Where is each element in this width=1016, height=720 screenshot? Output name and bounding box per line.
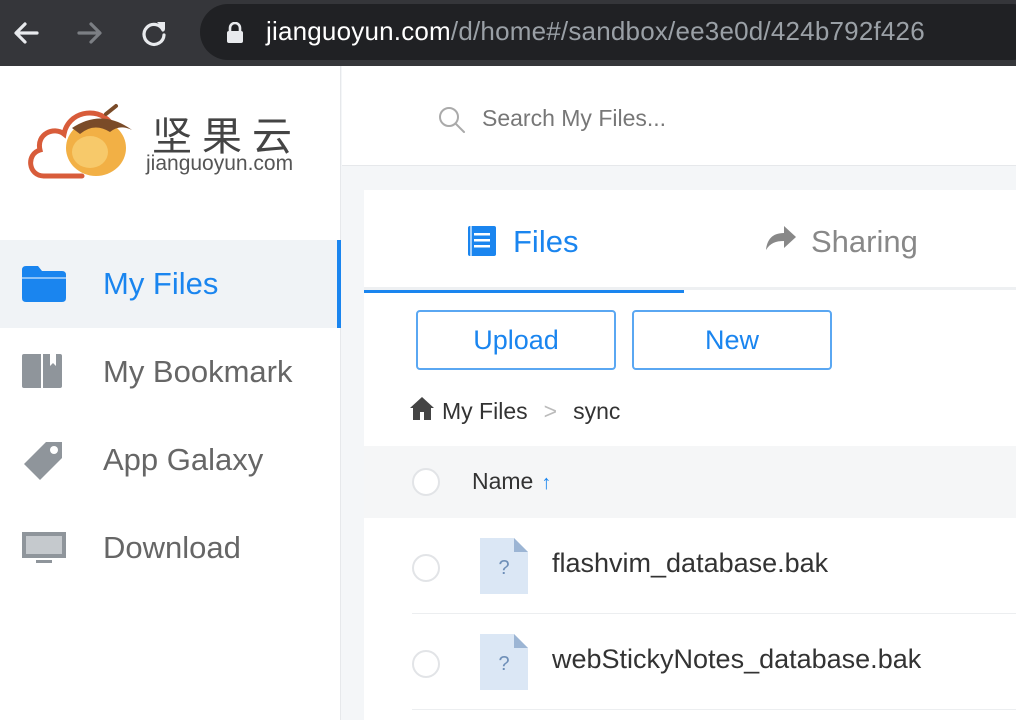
lock-icon: [226, 21, 244, 49]
svg-text:?: ?: [498, 557, 509, 579]
arrow-right-icon: [77, 22, 102, 44]
svg-text:?: ?: [498, 653, 509, 675]
bookmark-icon: [22, 354, 66, 390]
url-host: jianguoyun.com: [266, 16, 451, 46]
folder-icon: [22, 266, 66, 302]
sort-ascending-icon: ↑: [541, 472, 552, 494]
name-header-label: Name: [472, 468, 534, 494]
row-checkbox[interactable]: [412, 650, 440, 678]
unknown-file-icon: ?: [480, 538, 528, 594]
sidebar-item-label: My Files: [103, 266, 219, 301]
forward-button[interactable]: [70, 13, 110, 53]
breadcrumb-separator: >: [543, 397, 558, 424]
tab-label: Files: [513, 224, 579, 259]
file-panel: Files Sharing Upload New My Files > sync…: [364, 190, 1016, 720]
address-bar[interactable]: jianguoyun.com/d/home#/sandbox/ee3e0d/42…: [200, 4, 1016, 60]
unknown-file-icon: ?: [480, 634, 528, 690]
arrow-left-icon: [14, 22, 39, 44]
row-checkbox[interactable]: [412, 554, 440, 582]
upload-button[interactable]: Upload: [416, 310, 616, 370]
cloud-acorn-icon: [28, 104, 132, 179]
share-arrow-icon: [766, 226, 796, 257]
select-all-checkbox[interactable]: [412, 468, 440, 496]
reload-button[interactable]: [134, 13, 174, 53]
tab-sharing[interactable]: Sharing: [704, 190, 1016, 290]
file-name[interactable]: flashvim_database.bak: [552, 548, 828, 579]
url-text: jianguoyun.com/d/home#/sandbox/ee3e0d/42…: [266, 16, 925, 47]
new-button[interactable]: New: [632, 310, 832, 370]
name-column-header[interactable]: Name ↑: [472, 468, 551, 495]
search-icon[interactable]: [438, 106, 466, 139]
search-input[interactable]: [482, 98, 982, 138]
tag-icon: [22, 438, 66, 480]
breadcrumb-root[interactable]: My Files: [442, 398, 528, 425]
document-icon: [468, 226, 496, 261]
sidebar-item-label: My Bookmark: [103, 354, 293, 389]
back-button[interactable]: [6, 13, 46, 53]
search-bar: [342, 66, 1016, 166]
browser-toolbar: jianguoyun.com/d/home#/sandbox/ee3e0d/42…: [0, 0, 1016, 66]
logo-english-text: jianguoyun.com: [146, 152, 294, 175]
row-divider: [412, 709, 1016, 710]
tab-label: Sharing: [811, 224, 918, 259]
breadcrumb-current: sync: [573, 397, 621, 424]
sidebar-item-label: App Galaxy: [103, 442, 264, 477]
table-row[interactable]: ? flashvim_database.bak: [364, 518, 1016, 614]
table-header: Name ↑: [364, 446, 1016, 518]
tab-bar: Files Sharing: [364, 190, 1016, 293]
home-icon[interactable]: [410, 396, 434, 426]
breadcrumb: My Files > sync: [410, 394, 620, 428]
sidebar-item-my-files[interactable]: My Files: [0, 240, 341, 328]
sidebar: 坚果云 jianguoyun.com My Files My Bookmark …: [0, 66, 341, 720]
monitor-icon: [22, 530, 66, 566]
table-row[interactable]: ? webStickyNotes_database.bak: [364, 614, 1016, 710]
logo[interactable]: 坚果云 jianguoyun.com: [24, 96, 314, 186]
reload-icon: [142, 22, 166, 46]
url-path: /d/home#/sandbox/ee3e0d/424b792f426: [450, 16, 925, 46]
file-name[interactable]: webStickyNotes_database.bak: [552, 644, 921, 675]
tab-files[interactable]: Files: [364, 190, 684, 293]
sidebar-item-app-galaxy[interactable]: App Galaxy: [0, 416, 340, 504]
sidebar-item-my-bookmark[interactable]: My Bookmark: [0, 328, 340, 416]
sidebar-item-download[interactable]: Download: [0, 504, 340, 592]
sidebar-item-label: Download: [103, 530, 241, 565]
